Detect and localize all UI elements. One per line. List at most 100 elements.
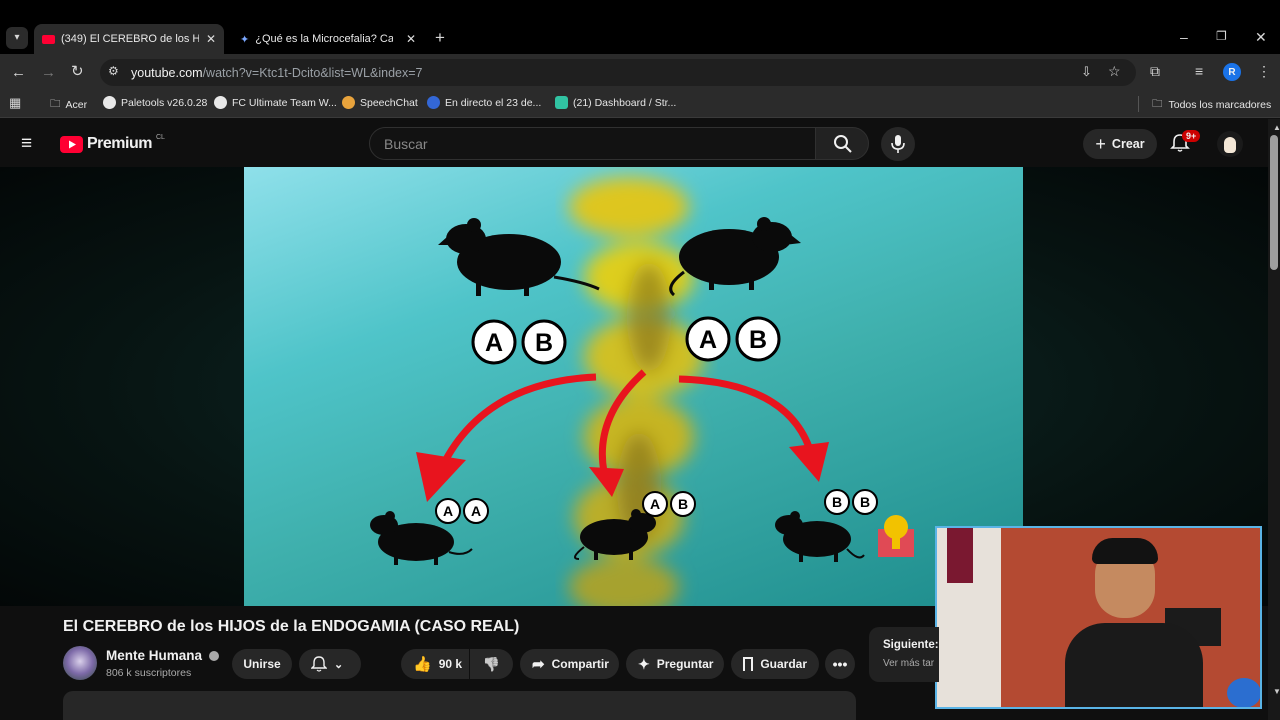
- thumbs-down-icon: 👎: [482, 655, 501, 672]
- reload-icon[interactable]: ↻: [71, 64, 84, 79]
- url-text: youtube.com/watch?v=Ktc1t-Dcito&list=WL&…: [131, 66, 422, 80]
- notification-badge: 9+: [1182, 130, 1201, 142]
- tab-title: (349) El CEREBRO de los HIJOS: [61, 33, 199, 45]
- chevron-down-icon: ⌄: [334, 658, 344, 671]
- inbreeding-diagram: A B A B A A A B B B: [370, 177, 914, 606]
- search-icon: [834, 135, 852, 153]
- youtube-play-logo-icon: [60, 135, 83, 153]
- streamlabs-icon: [555, 96, 568, 109]
- browser-menu-icon[interactable]: ⋮: [1257, 64, 1271, 78]
- share-button[interactable]: ➦ Compartir: [520, 649, 619, 679]
- profile-avatar[interactable]: R: [1223, 63, 1241, 81]
- folder-icon: 🗀: [50, 98, 61, 110]
- up-next-label: Siguiente:: [883, 639, 939, 651]
- tab-title: ¿Qué es la Microcefalia? Causas: [255, 33, 394, 45]
- youtube-favicon-icon: [42, 34, 55, 44]
- page-scrollbar[interactable]: ▲ ▼: [1268, 119, 1280, 720]
- svg-text:A: A: [485, 329, 503, 357]
- close-tab-icon[interactable]: ✕: [206, 32, 216, 46]
- join-button[interactable]: Unirse: [232, 649, 292, 679]
- create-button[interactable]: + Crear: [1083, 129, 1157, 159]
- allele-pair-parent-right: A B: [685, 316, 781, 362]
- tab-youtube-video[interactable]: (349) El CEREBRO de los HIJOS ✕: [34, 24, 224, 54]
- close-tab-icon[interactable]: ✕: [406, 32, 416, 46]
- bookmark-item[interactable]: En directo el 23 de...: [427, 96, 541, 109]
- video-frame[interactable]: A B A B A A A B B B: [244, 167, 1023, 606]
- plus-icon: +: [1095, 133, 1106, 154]
- description-box[interactable]: [63, 691, 856, 720]
- svg-text:B: B: [860, 494, 870, 510]
- thumbs-up-icon: 👍: [413, 656, 432, 673]
- bookmark-item[interactable]: (21) Dashboard / Str...: [555, 96, 676, 109]
- apps-grid-icon[interactable]: ▦: [9, 96, 21, 109]
- up-next-card[interactable]: [869, 627, 939, 682]
- minimize-icon[interactable]: –: [1180, 30, 1188, 44]
- child-rat-3-icon: [775, 511, 865, 562]
- new-tab-icon[interactable]: +: [435, 29, 445, 46]
- bookmark-star-icon[interactable]: ☆: [1108, 64, 1121, 78]
- search-placeholder: Buscar: [384, 136, 428, 152]
- r-logo-icon: [427, 96, 440, 109]
- speechchat-icon: [342, 96, 355, 109]
- bookmark-item[interactable]: Paletools v26.0.28: [103, 96, 207, 109]
- close-window-icon[interactable]: ✕: [1255, 30, 1267, 44]
- dislike-button[interactable]: 👎: [470, 649, 513, 679]
- url-path: /watch?v=Ktc1t-Dcito&list=WL&index=7: [202, 66, 423, 80]
- channel-name[interactable]: Mente Humana: [106, 648, 219, 663]
- url-domain: youtube.com: [131, 66, 203, 80]
- site-info-icon[interactable]: ⚙: [108, 65, 119, 77]
- globe-icon: [214, 96, 227, 109]
- tab-search-button[interactable]: ▾: [6, 27, 28, 49]
- notifications-button[interactable]: 9+: [1170, 130, 1201, 158]
- subscriber-count: 806 k suscriptores: [106, 667, 192, 679]
- bookmark-item[interactable]: SpeechChat: [342, 96, 418, 109]
- allele-pair-child-1: A A: [435, 498, 489, 524]
- svg-text:A: A: [650, 496, 660, 512]
- subscription-bell-button[interactable]: ⌄: [299, 649, 361, 679]
- svg-text:A: A: [443, 503, 453, 519]
- sparkle-icon: ✦: [638, 655, 650, 672]
- premium-wordmark: Premium: [87, 135, 152, 152]
- share-arrow-icon: ➦: [532, 656, 545, 673]
- like-count: 90 k: [438, 657, 463, 671]
- svg-text:B: B: [749, 326, 767, 354]
- microphone-icon: [891, 135, 905, 153]
- globe-icon: [103, 96, 116, 109]
- install-app-icon[interactable]: ⇩: [1081, 65, 1092, 78]
- verified-icon: [208, 651, 219, 662]
- back-icon[interactable]: ←: [11, 65, 26, 80]
- more-actions-button[interactable]: •••: [825, 649, 855, 679]
- search-button[interactable]: [815, 127, 869, 160]
- folder-icon: 🗀: [1152, 98, 1163, 110]
- country-code: CL: [155, 133, 165, 141]
- parent-rat-left-icon: [438, 218, 600, 296]
- channel-avatar[interactable]: [63, 646, 97, 680]
- video-title: El CEREBRO de los HIJOS de la ENDOGAMIA …: [63, 618, 520, 635]
- voice-search-button[interactable]: [881, 127, 915, 161]
- bookmark-icon: [743, 657, 754, 671]
- allele-pair-child-3: B B: [824, 489, 878, 515]
- all-bookmarks[interactable]: 🗀 Todos los marcadores: [1152, 96, 1271, 114]
- like-button[interactable]: 👍 90 k: [401, 649, 469, 679]
- hamburger-menu-icon[interactable]: ≡: [21, 134, 32, 153]
- tab-microcefalia[interactable]: ✦ ¿Qué es la Microcefalia? Causas ✕: [232, 24, 424, 54]
- media-controls-icon[interactable]: ≡: [1195, 64, 1203, 78]
- youtube-logo[interactable]: Premium CL: [60, 133, 165, 153]
- bookmark-item[interactable]: 🗀 Acer: [50, 96, 87, 114]
- restore-icon[interactable]: ❐: [1216, 30, 1227, 42]
- search-input[interactable]: Buscar: [369, 127, 816, 160]
- bookmark-item[interactable]: FC Ultimate Team W...: [214, 96, 337, 109]
- more-dots-icon: •••: [832, 656, 848, 672]
- save-button[interactable]: Guardar: [731, 649, 819, 679]
- bell-icon: [311, 656, 327, 672]
- forward-icon[interactable]: →: [41, 65, 56, 80]
- svg-text:B: B: [535, 329, 553, 357]
- svg-text:A: A: [471, 503, 481, 519]
- gemini-star-icon: ✦: [240, 33, 250, 46]
- bookmarks-separator: [1138, 96, 1139, 112]
- account-avatar[interactable]: [1217, 131, 1243, 157]
- svg-text:B: B: [678, 496, 688, 512]
- extensions-icon[interactable]: ⧉: [1150, 64, 1160, 78]
- scrollbar-thumb[interactable]: [1270, 135, 1278, 270]
- ask-button[interactable]: ✦ Preguntar: [626, 649, 724, 679]
